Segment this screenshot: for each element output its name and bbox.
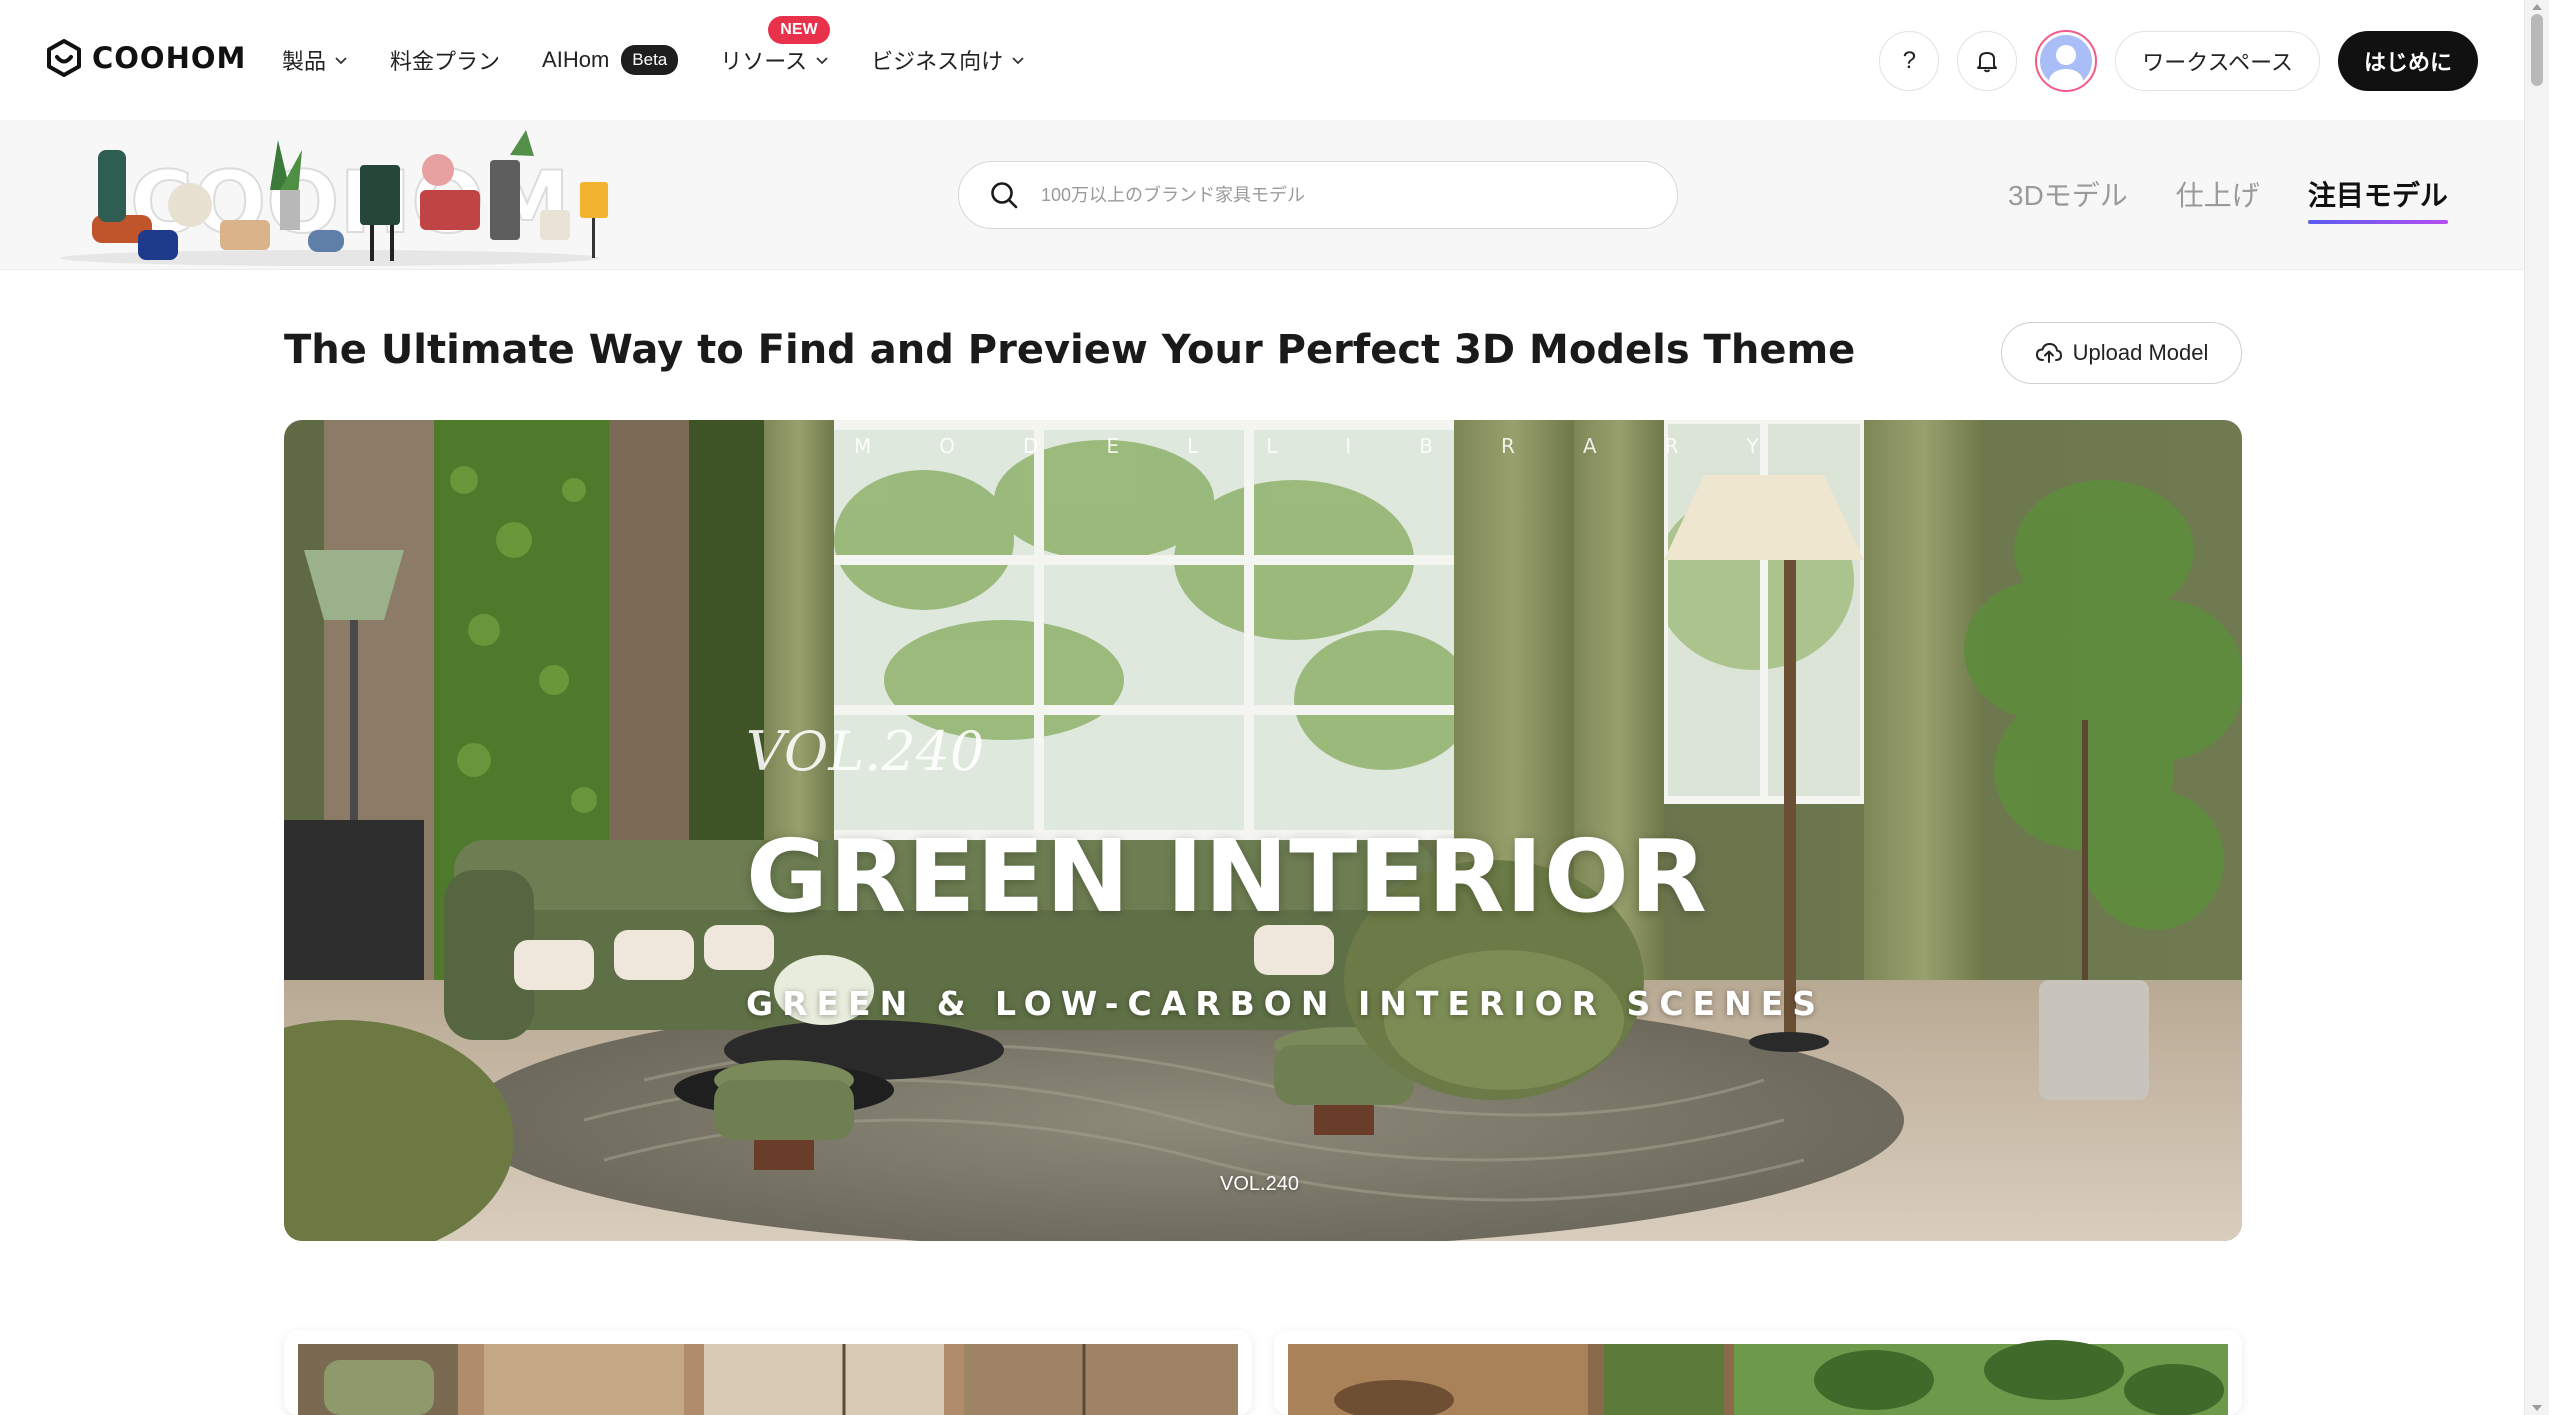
banner-letter: L — [1187, 434, 1199, 458]
logo-text: COOHOM — [92, 41, 247, 75]
nav-item-label: 製品 — [282, 49, 327, 74]
help-button[interactable]: ? — [1879, 31, 1940, 91]
avatar-icon — [2040, 35, 2093, 87]
notifications-button[interactable] — [1957, 31, 2018, 91]
banner-letter: R — [1501, 434, 1515, 458]
upload-model-button[interactable]: Upload Model — [2001, 322, 2242, 384]
tab-finishes[interactable]: 仕上げ — [2176, 174, 2260, 224]
top-navigation: COOHOM 製品 料金プラン AIHom Beta NEW リソース ビジネス… — [0, 0, 2524, 120]
nav-item-pricing[interactable]: 料金プラン — [390, 35, 500, 85]
nav-item-label: リソース — [720, 49, 808, 74]
scrollbar-thumb[interactable] — [2531, 14, 2543, 86]
tab-featured-models[interactable]: 注目モデル — [2307, 174, 2448, 224]
banner-letter: I — [1345, 434, 1352, 458]
furniture-logo-illustration: COOHOM — [60, 130, 608, 266]
featured-banner[interactable]: M O D E L L I B R A R Y VOL.240 GREEN IN… — [284, 420, 2242, 1241]
tab-3d-models[interactable]: 3Dモデル — [2008, 174, 2128, 224]
theme-card-image — [284, 1330, 1252, 1415]
chevron-down-icon — [816, 57, 828, 65]
banner-letter: M — [854, 434, 872, 458]
banner-letter: A — [1582, 434, 1597, 458]
banner-title: GREEN INTERIOR — [746, 818, 1708, 935]
coohom-logo[interactable]: COOHOM — [44, 38, 246, 78]
scroll-up-arrow-icon[interactable] — [2532, 4, 2542, 10]
nav-item-label: 料金プラン — [390, 49, 501, 74]
help-icon: ? — [1902, 47, 1916, 74]
get-started-button[interactable]: はじめに — [2337, 31, 2478, 91]
search-icon — [991, 182, 1018, 209]
banner-letter: E — [1106, 434, 1120, 458]
theme-card[interactable] — [284, 1330, 1252, 1415]
search-bar[interactable] — [958, 161, 1678, 229]
page-title: The Ultimate Way to Find and Preview You… — [284, 327, 1856, 373]
chevron-down-icon — [335, 57, 347, 65]
banner-letter: R — [1664, 434, 1679, 458]
banner-letter: L — [1266, 434, 1278, 458]
banner-subtitle: GREEN & LOW-CARBON INTERIOR SCENES — [746, 984, 1826, 1023]
nav-item-label: ビジネス向け — [871, 49, 1004, 74]
workspace-button[interactable]: ワークスペース — [2115, 31, 2320, 91]
model-library-header: COOHOM 3Dモデル 仕上げ 注目モデル — [0, 120, 2524, 270]
upload-model-label: Upload Model — [2072, 340, 2209, 365]
chevron-down-icon — [1012, 57, 1024, 65]
bell-icon — [1977, 52, 1998, 73]
nav-item-aihom[interactable]: AIHom Beta — [542, 35, 679, 85]
banner-volume-italic: VOL.240 — [746, 720, 985, 783]
nav-item-business[interactable]: ビジネス向け — [871, 35, 1025, 85]
banner-volume-label: VOL.240 — [1220, 1173, 1299, 1195]
user-avatar[interactable] — [2035, 30, 2098, 92]
theme-card[interactable] — [1274, 1330, 2242, 1415]
logo-icon — [47, 39, 81, 77]
nav-item-products[interactable]: 製品 — [282, 35, 348, 85]
beta-badge: Beta — [621, 45, 679, 75]
theme-card-image — [1274, 1330, 2242, 1415]
scroll-down-arrow-icon[interactable] — [2532, 1405, 2542, 1411]
search-input[interactable] — [1041, 184, 1601, 206]
new-badge: NEW — [768, 16, 830, 44]
page-scrollbar[interactable] — [2524, 0, 2549, 1415]
main-menu: 製品 料金プラン AIHom Beta NEW リソース ビジネス向け — [282, 0, 1025, 120]
banner-letter: Y — [1746, 434, 1759, 458]
banner-letter: B — [1419, 434, 1434, 458]
nav-item-label: AIHom — [542, 47, 610, 72]
banner-model-library-letters: M O D E L L I B R A R Y — [854, 434, 1759, 458]
banner-letter: O — [939, 434, 956, 458]
cloud-upload-icon — [2035, 342, 2062, 363]
banner-letter: D — [1023, 434, 1039, 458]
nav-actions: ? ワークスペース はじめに — [1879, 30, 2478, 92]
nav-item-resources[interactable]: NEW リソース — [720, 16, 830, 85]
model-tabs: 3Dモデル 仕上げ 注目モデル — [2008, 174, 2448, 224]
